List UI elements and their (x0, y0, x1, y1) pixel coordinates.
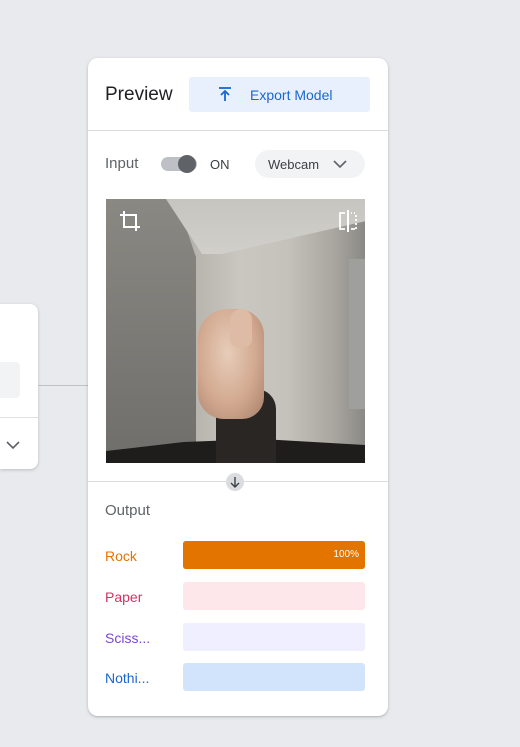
output-confidence-bar (183, 663, 365, 691)
flip-icon[interactable] (337, 209, 359, 233)
output-class-label: Paper (105, 589, 143, 605)
webcam-preview (106, 199, 365, 463)
output-class-label: Sciss... (105, 630, 151, 646)
export-model-label: Export Model (250, 87, 333, 103)
arrow-down-icon (226, 473, 244, 491)
preview-header: Preview Export Model (88, 58, 388, 131)
export-model-button[interactable]: Export Model (189, 77, 370, 112)
input-toggle[interactable] (161, 155, 197, 173)
output-class-label: Rock (105, 548, 137, 564)
crop-icon[interactable] (118, 209, 142, 233)
toggle-state-text: ON (210, 157, 230, 172)
output-label: Output (105, 502, 151, 519)
input-label: Input (105, 155, 139, 172)
output-confidence-bar (183, 623, 365, 651)
output-class-label: Nothi... (105, 670, 150, 686)
chevron-down-icon (331, 155, 349, 173)
input-source-value: Webcam (268, 157, 320, 172)
webcam-scene-pillar (349, 259, 365, 409)
adjacent-card-field[interactable] (0, 362, 20, 398)
webcam-scene-knuckle (230, 309, 252, 347)
input-source-select[interactable]: Webcam (255, 150, 365, 178)
output-confidence-bar (183, 582, 365, 610)
connector-line (38, 385, 88, 386)
webcam-scene-ceiling (166, 199, 365, 254)
output-confidence-bar: 100% (183, 541, 365, 569)
toggle-knob (178, 155, 196, 173)
adjacent-card-divider (0, 417, 38, 418)
webcam-scene-wall (106, 199, 196, 463)
output-confidence-percent: 100% (333, 549, 359, 560)
preview-panel: Preview Export Model Input ON Webcam Out… (88, 58, 388, 716)
preview-title: Preview (105, 84, 173, 105)
chevron-down-icon[interactable] (4, 436, 22, 454)
upload-icon (217, 86, 233, 102)
adjacent-class-card (0, 304, 38, 469)
